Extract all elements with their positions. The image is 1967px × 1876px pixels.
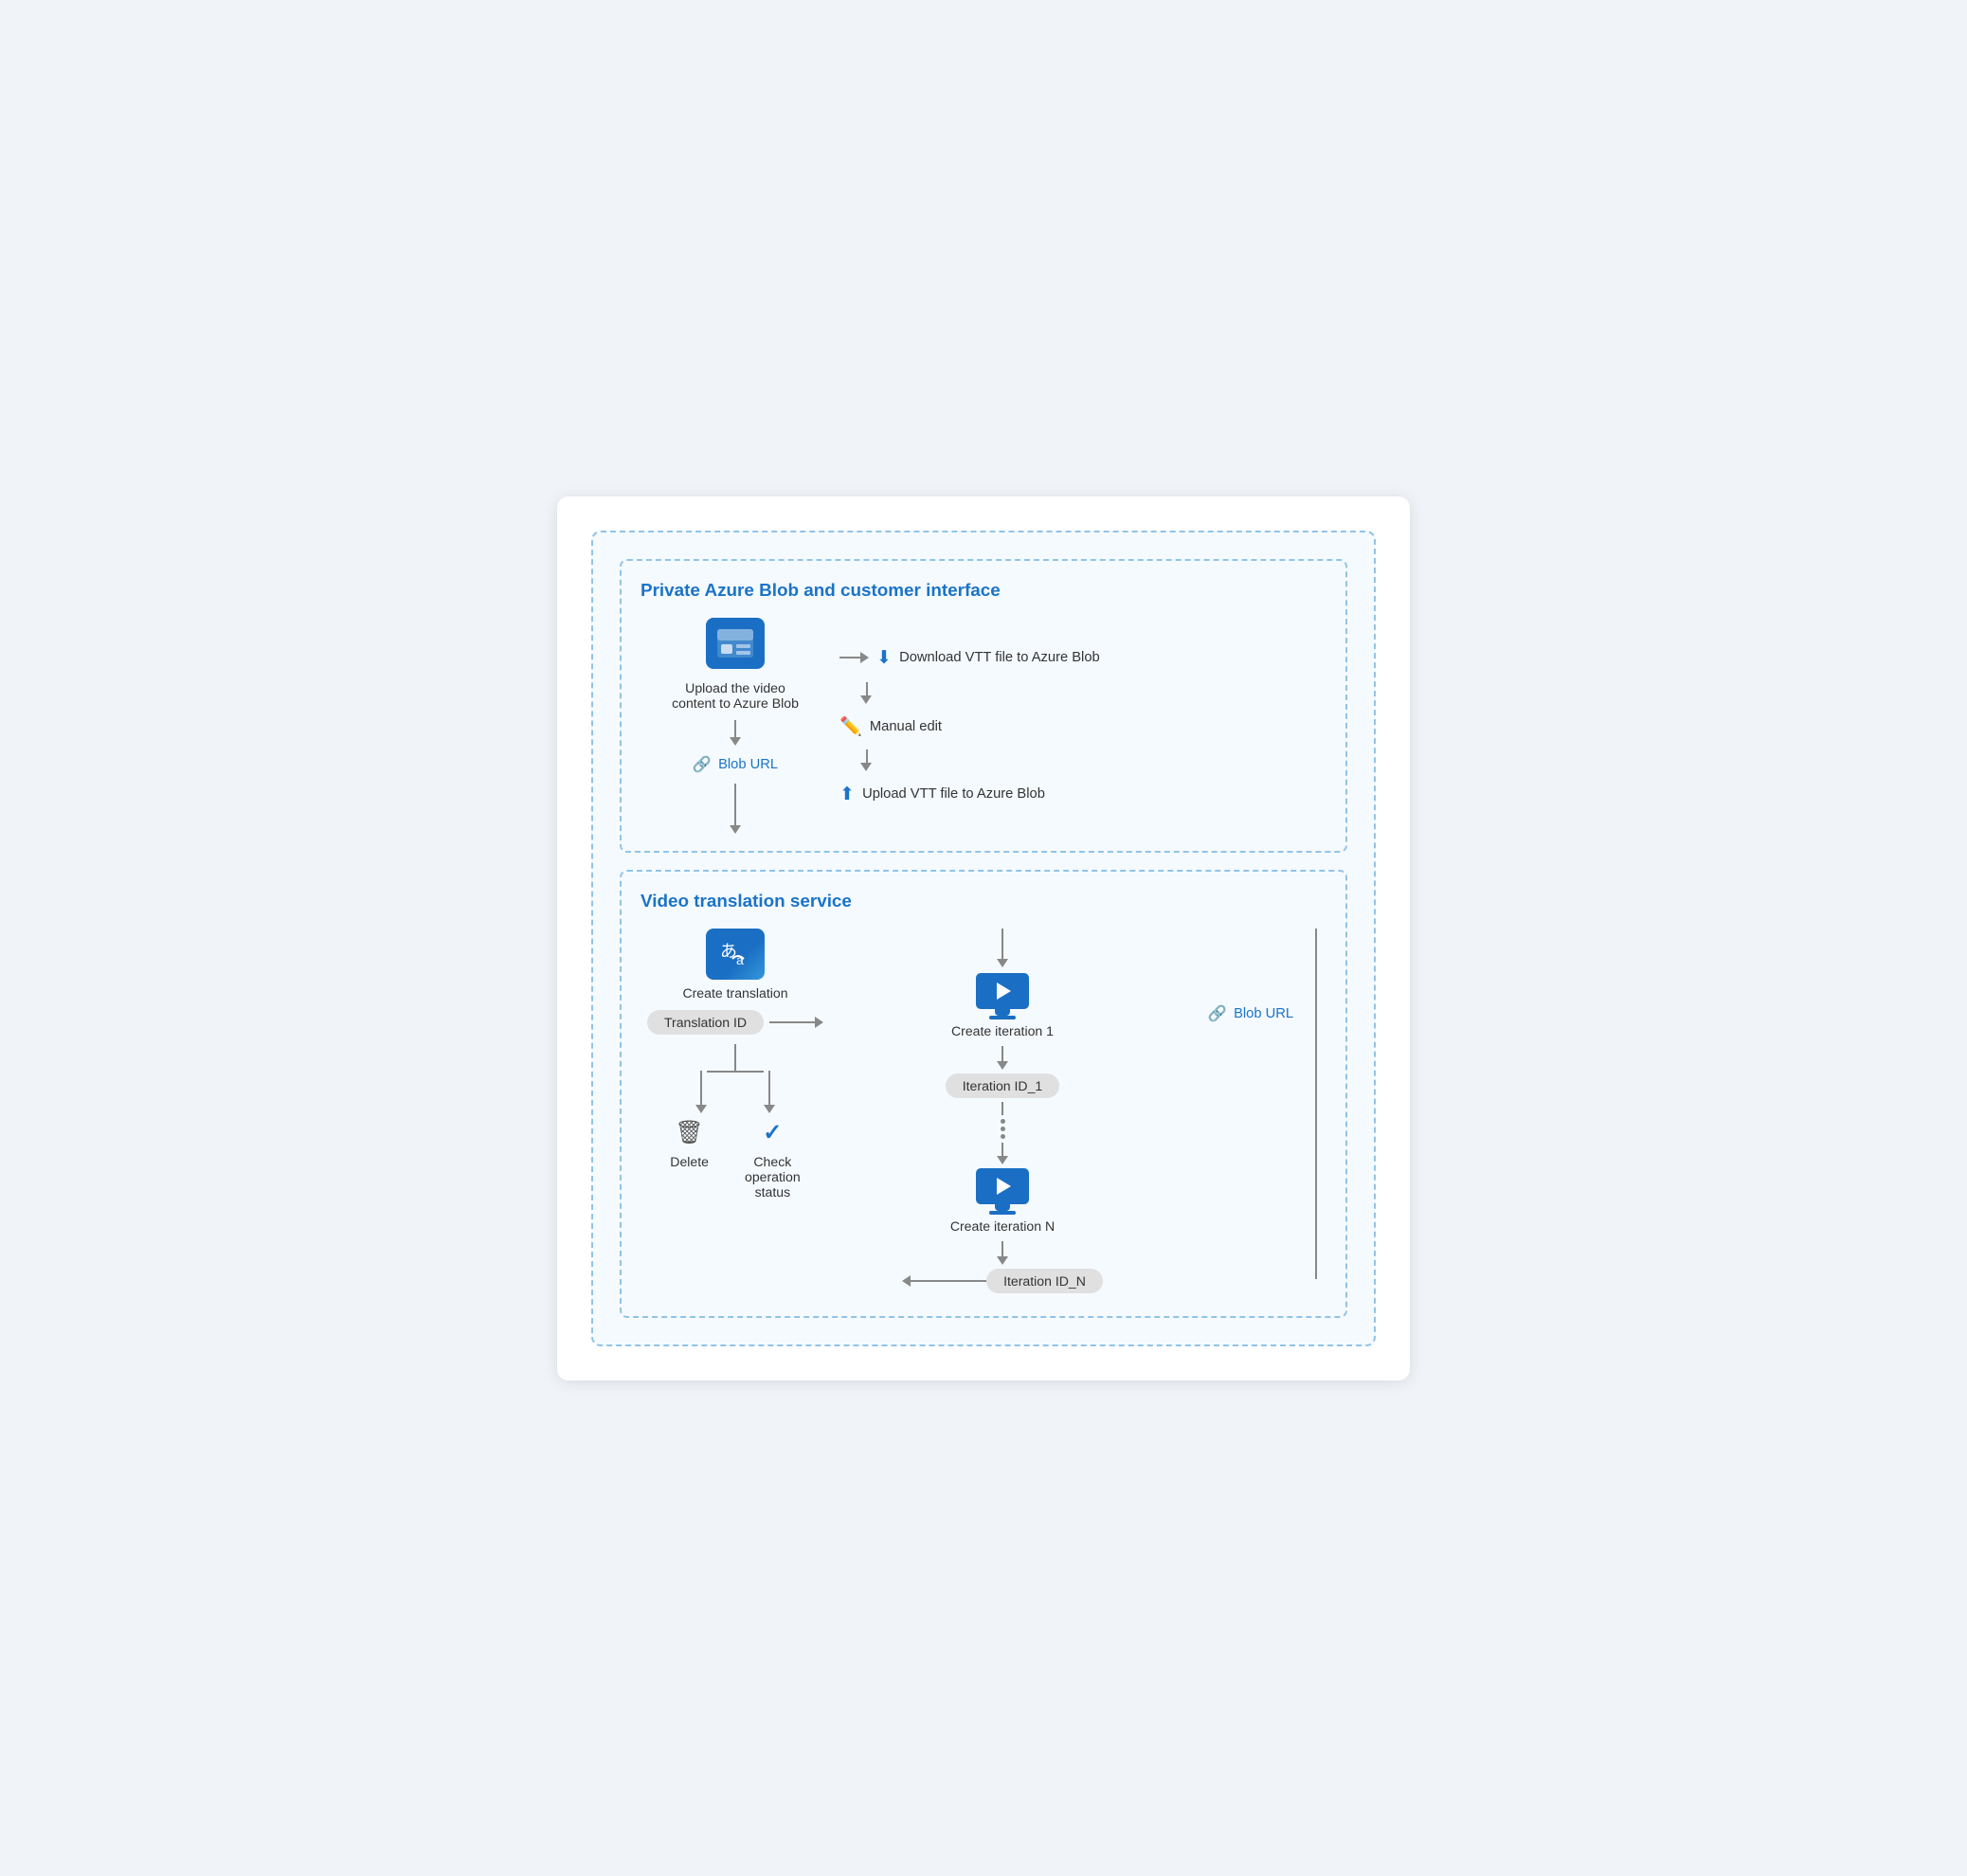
create-iteration1-label: Create iteration 1 [951,1023,1054,1038]
upload-icon: ⬆ [839,783,855,805]
top-section-title: Private Azure Blob and customer interfac… [641,580,1326,601]
manual-edit-label: Manual edit [870,719,942,734]
arrow-down-dl [858,682,872,704]
top-left: Upload the video content to Azure Blob 🔗… [641,618,830,836]
translate-svg: あ a [717,938,753,970]
arrow-left-to-check [902,1275,986,1287]
arrow-down-2 [730,784,741,834]
blob-url-bottom-right: 🔗 Blob URL [1208,1004,1293,1023]
upload-vtt-label: Upload VTT file to Azure Blob [862,786,1045,802]
delete-label: Delete [670,1154,709,1169]
delete-col: 🗑 Delete [670,1119,709,1169]
iteration-id1-pill: Iteration ID_1 [946,1073,1060,1098]
translate-icon: あ a [706,929,765,980]
azure-blob-icon [706,618,765,669]
loop-back-line [1315,929,1317,1279]
blob-url-bottom-label: Blob URL [1234,1006,1293,1021]
right-branch-vline [768,1071,770,1105]
iteration-idN-pill: Iteration ID_N [986,1269,1103,1293]
monitor1-stand [995,1009,1010,1016]
create-iterationN-label: Create iteration N [950,1218,1055,1234]
bottom-center-col: Create iteration 1 Iteration ID_1 [830,929,1175,1293]
blob-url-top-left: 🔗 Blob URL [693,755,778,774]
bottom-right-col: 🔗 Blob URL [1175,929,1326,1023]
fork-hline [707,1071,764,1073]
ellipsis-dots [1001,1119,1005,1139]
right-branch [764,1071,775,1113]
monitorN-icon [976,1168,1029,1215]
arrow-down-edit [858,749,872,771]
monitorN-stand [995,1204,1010,1211]
iterationN-arrow-pill: Iteration ID_N [902,1241,1103,1293]
top-right: ⬇ Download VTT file to Azure Blob ✏️ Man… [839,646,1326,805]
main-container: Private Azure Blob and customer interfac… [557,496,1410,1380]
monitorN-body [976,1168,1029,1204]
monitorN-wrapper: Create iteration N [950,1168,1055,1234]
left-branch [695,1071,707,1113]
check-label: Check operation status [745,1154,801,1200]
blob-svg-icon [715,627,755,659]
play-triangle-1 [997,983,1011,1000]
left-branch-vline [700,1071,702,1105]
fork-vline-top [734,1044,736,1071]
monitor1-icon [976,973,1029,1019]
translation-id-pill: Translation ID [647,1010,764,1035]
monitor1-base [989,1016,1016,1019]
outer-dashed-border: Private Azure Blob and customer interfac… [591,531,1376,1346]
arrow-right-to-iteration [769,1017,823,1028]
top-incoming-arrow [997,929,1008,967]
monitorN-base [989,1211,1016,1215]
monitor1-wrapper: Create iteration 1 [951,973,1054,1038]
fork-area: 🗑 Delete ✓ Check operation status [641,1044,830,1200]
monitor1-body [976,973,1029,1009]
blob-url-top-left-label: Blob URL [718,757,778,772]
right-branch-arrow [764,1105,775,1113]
trash-icon: 🗑 [675,1119,703,1146]
left-branch-arrow [695,1105,707,1113]
pencil-icon: ✏️ [839,715,862,738]
arrow-down-1 [730,720,741,746]
top-content: Upload the video content to Azure Blob 🔗… [641,618,1326,836]
fork-horizontal [695,1071,775,1113]
bottom-section-title: Video translation service [641,891,1326,911]
play-triangle-N [997,1178,1011,1195]
bottom-actions-row: 🗑 Delete ✓ Check operation status [670,1119,800,1200]
dots-area [997,1102,1008,1164]
check-icon: ✓ [763,1119,782,1146]
bottom-main-row: あ a Create translation Translation ID [641,929,1326,1293]
chain-icon-top-left: 🔗 [693,755,712,774]
bottom-section: Video translation service あ a Create tr [620,870,1347,1318]
top-section: Private Azure Blob and customer interfac… [620,559,1347,853]
download-icon: ⬇ [876,646,892,669]
upload-video-label: Upload the video content to Azure Blob [672,680,799,711]
chain-icon-bottom: 🔗 [1208,1004,1227,1023]
translation-id-row: Translation ID [647,1010,823,1035]
iterationN-pill-row: Iteration ID_N [902,1269,1103,1293]
check-col: ✓ Check operation status [745,1119,801,1200]
iteration1-arrow-pill: Iteration ID_1 [946,1046,1060,1098]
create-translation-label: Create translation [682,985,787,1001]
bottom-left-col: あ a Create translation Translation ID [641,929,830,1200]
download-vtt-label: Download VTT file to Azure Blob [899,650,1100,665]
